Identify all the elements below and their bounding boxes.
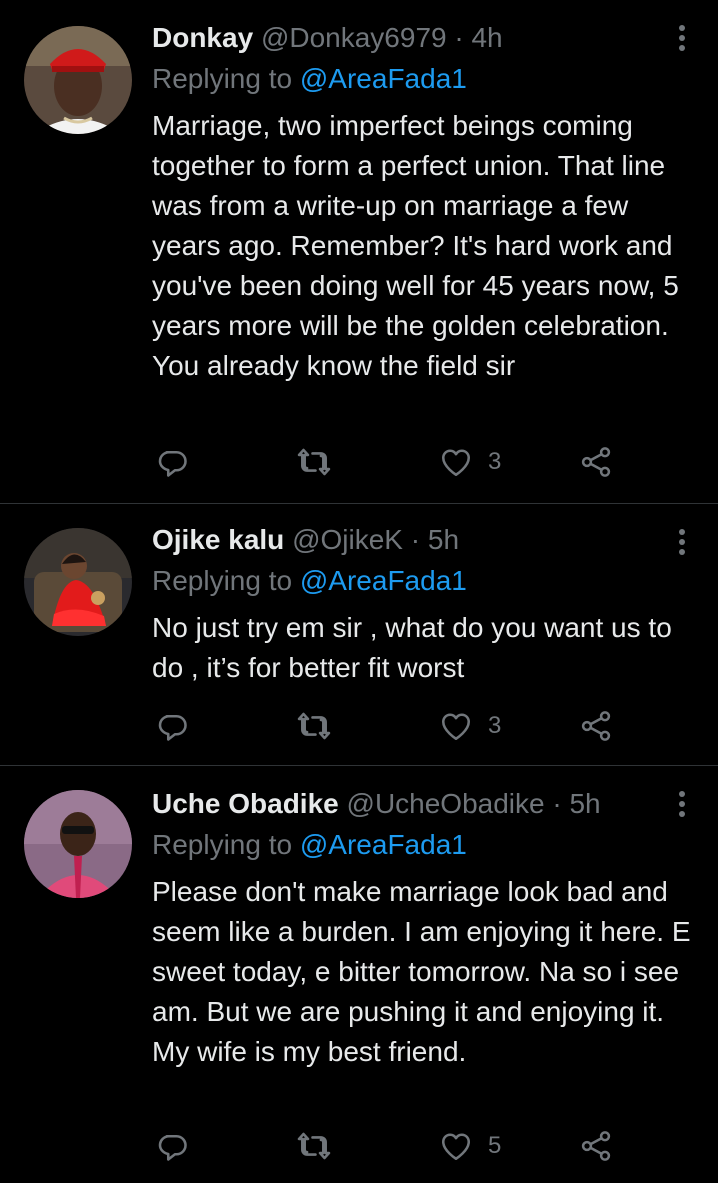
share-icon	[581, 711, 611, 741]
replying-to-label: Replying to	[152, 829, 293, 860]
tweet-actions: 3	[152, 442, 652, 482]
like-count: 5	[488, 1132, 502, 1159]
separator-dot: ·	[552, 788, 562, 819]
retweet-icon	[297, 712, 331, 740]
share-icon	[581, 447, 611, 477]
tweet[interactable]: Donkay @Donkay6979 · 4h Replying to @Are…	[0, 0, 718, 504]
replying-to-line: Replying to @AreaFada1	[152, 824, 690, 866]
mention-link[interactable]: @AreaFada1	[300, 63, 467, 94]
avatar-image	[24, 528, 132, 636]
separator-dot: ·	[410, 524, 421, 555]
more-icon[interactable]	[674, 522, 690, 562]
display-name[interactable]: Ojike kalu	[152, 524, 284, 555]
reply-icon	[158, 450, 187, 477]
user-handle[interactable]: @OjikeK	[292, 524, 403, 555]
more-icon[interactable]	[674, 18, 690, 58]
avatar-image	[24, 790, 132, 898]
like-count: 3	[488, 712, 502, 739]
avatar[interactable]	[24, 528, 132, 636]
reply-icon	[158, 1134, 187, 1161]
tweet-text: No just try em sir , what do you want us…	[152, 612, 672, 683]
tweet[interactable]: Uche Obadike @UcheObadike · 5h Replying …	[0, 766, 718, 1183]
timestamp[interactable]: 5h	[428, 524, 459, 555]
share-icon	[581, 1131, 611, 1161]
retweet-icon	[297, 1132, 331, 1160]
share-button[interactable]	[578, 1126, 614, 1166]
timestamp[interactable]: 4h	[471, 22, 502, 53]
reply-button[interactable]	[154, 706, 190, 746]
like-button[interactable]: 3	[438, 706, 501, 746]
tweet-text: Marriage, two imperfect beings coming to…	[152, 110, 679, 381]
like-count: 3	[488, 448, 502, 475]
mention-link[interactable]: @AreaFada1	[300, 565, 467, 596]
user-handle[interactable]: @UcheObadike	[347, 788, 545, 819]
like-button[interactable]: 3	[438, 442, 501, 482]
user-handle[interactable]: @Donkay6979	[261, 22, 447, 53]
separator-dot: ·	[454, 22, 464, 53]
replying-to-line: Replying to @AreaFada1	[152, 58, 690, 100]
tweet-actions: 3	[152, 706, 652, 746]
heart-icon	[441, 713, 471, 741]
tweet-header: Uche Obadike @UcheObadike · 5h	[152, 784, 690, 824]
retweet-button[interactable]	[296, 1126, 332, 1166]
replying-to-line: Replying to @AreaFada1	[152, 560, 690, 602]
heart-icon	[441, 449, 471, 477]
like-button[interactable]: 5	[438, 1126, 501, 1166]
share-button[interactable]	[578, 442, 614, 482]
retweet-button[interactable]	[296, 442, 332, 482]
avatar[interactable]	[24, 790, 132, 898]
share-button[interactable]	[578, 706, 614, 746]
replying-to-label: Replying to	[152, 565, 293, 596]
timestamp[interactable]: 5h	[569, 788, 600, 819]
heart-icon	[441, 1133, 471, 1161]
avatar-image	[24, 26, 132, 134]
replying-to-label: Replying to	[152, 63, 293, 94]
tweet-header: Donkay @Donkay6979 · 4h	[152, 18, 690, 58]
reply-button[interactable]	[154, 442, 190, 482]
tweet-actions: 5	[152, 1126, 652, 1166]
retweet-icon	[297, 448, 331, 476]
retweet-button[interactable]	[296, 706, 332, 746]
reply-button[interactable]	[154, 1126, 190, 1166]
tweet-text: Please don't make marriage look bad and …	[152, 876, 691, 1067]
display-name[interactable]: Uche Obadike	[152, 788, 339, 819]
mention-link[interactable]: @AreaFada1	[300, 829, 467, 860]
avatar[interactable]	[24, 26, 132, 134]
tweet-header: Ojike kalu @OjikeK · 5h	[152, 520, 690, 560]
reply-icon	[158, 714, 187, 741]
tweet[interactable]: Ojike kalu @OjikeK · 5h Replying to @Are…	[0, 504, 718, 766]
display-name[interactable]: Donkay	[152, 22, 253, 53]
more-icon[interactable]	[674, 784, 690, 824]
tweet-feed: Donkay @Donkay6979 · 4h Replying to @Are…	[0, 0, 718, 1183]
